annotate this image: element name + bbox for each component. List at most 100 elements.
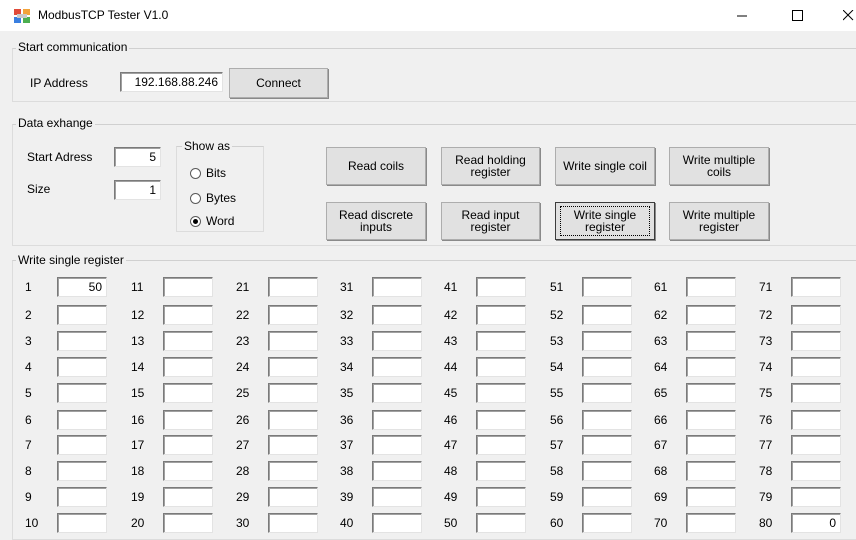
- register-29-input[interactable]: [268, 487, 318, 507]
- register-16-input[interactable]: [163, 410, 213, 430]
- write-single-coil-button[interactable]: Write single coil: [555, 147, 655, 185]
- register-69-input[interactable]: [686, 487, 736, 507]
- register-70-input[interactable]: [686, 513, 736, 533]
- register-73-input[interactable]: [791, 331, 841, 351]
- radio-bits-circle[interactable]: [190, 167, 201, 179]
- write-single-register-button[interactable]: Write single register: [555, 202, 655, 240]
- register-49-input[interactable]: [476, 487, 526, 507]
- register-46-input[interactable]: [476, 410, 526, 430]
- register-71-input[interactable]: [791, 277, 841, 297]
- register-5-input[interactable]: [57, 383, 107, 403]
- register-68-input[interactable]: [686, 461, 736, 481]
- register-32-input[interactable]: [372, 305, 422, 325]
- register-3-input[interactable]: [57, 331, 107, 351]
- register-34-input[interactable]: [372, 357, 422, 377]
- register-33-input[interactable]: [372, 331, 422, 351]
- register-64-input[interactable]: [686, 357, 736, 377]
- register-55-input[interactable]: [582, 383, 632, 403]
- register-63-input[interactable]: [686, 331, 736, 351]
- minimize-button[interactable]: [719, 0, 765, 31]
- register-14-input[interactable]: [163, 357, 213, 377]
- connect-button[interactable]: Connect: [229, 68, 328, 98]
- register-41-input[interactable]: [476, 277, 526, 297]
- register-43-input[interactable]: [476, 331, 526, 351]
- register-59-input[interactable]: [582, 487, 632, 507]
- maximize-button[interactable]: [774, 0, 820, 31]
- register-2-input[interactable]: [57, 305, 107, 325]
- ip-address-input[interactable]: 192.168.88.246: [120, 72, 223, 92]
- radio-bytes[interactable]: Bytes: [190, 191, 236, 205]
- close-button[interactable]: [825, 0, 856, 31]
- register-24-input[interactable]: [268, 357, 318, 377]
- register-42-input[interactable]: [476, 305, 526, 325]
- register-76-input[interactable]: [791, 410, 841, 430]
- register-9-input[interactable]: [57, 487, 107, 507]
- register-50-input[interactable]: [476, 513, 526, 533]
- radio-bits[interactable]: Bits: [190, 166, 226, 180]
- register-58-input[interactable]: [582, 461, 632, 481]
- register-52-input[interactable]: [582, 305, 632, 325]
- register-37-input[interactable]: [372, 435, 422, 455]
- register-53-input[interactable]: [582, 331, 632, 351]
- register-20-input[interactable]: [163, 513, 213, 533]
- register-65-input[interactable]: [686, 383, 736, 403]
- register-38-input[interactable]: [372, 461, 422, 481]
- register-1-input[interactable]: 50: [57, 277, 107, 297]
- register-30-input[interactable]: [268, 513, 318, 533]
- register-35-input[interactable]: [372, 383, 422, 403]
- register-27-input[interactable]: [268, 435, 318, 455]
- register-12-input[interactable]: [163, 305, 213, 325]
- register-57-input[interactable]: [582, 435, 632, 455]
- register-66-input[interactable]: [686, 410, 736, 430]
- radio-word-circle[interactable]: [190, 215, 201, 227]
- register-31-input[interactable]: [372, 277, 422, 297]
- register-40-input[interactable]: [372, 513, 422, 533]
- register-56-input[interactable]: [582, 410, 632, 430]
- write-multiple-coils-button[interactable]: Write multiple coils: [669, 147, 769, 185]
- register-28-input[interactable]: [268, 461, 318, 481]
- register-7-input[interactable]: [57, 435, 107, 455]
- register-77-input[interactable]: [791, 435, 841, 455]
- register-13-input[interactable]: [163, 331, 213, 351]
- register-79-input[interactable]: [791, 487, 841, 507]
- register-23-input[interactable]: [268, 331, 318, 351]
- title-bar[interactable]: ModbusTCP Tester V1.0: [0, 0, 856, 31]
- register-26-input[interactable]: [268, 410, 318, 430]
- start-address-input[interactable]: 5: [114, 147, 161, 167]
- register-11-input[interactable]: [163, 277, 213, 297]
- read-holding-register-button[interactable]: Read holding register: [441, 147, 540, 185]
- register-18-input[interactable]: [163, 461, 213, 481]
- register-15-input[interactable]: [163, 383, 213, 403]
- register-25-input[interactable]: [268, 383, 318, 403]
- register-47-input[interactable]: [476, 435, 526, 455]
- register-75-input[interactable]: [791, 383, 841, 403]
- register-22-input[interactable]: [268, 305, 318, 325]
- register-19-input[interactable]: [163, 487, 213, 507]
- register-62-input[interactable]: [686, 305, 736, 325]
- register-21-input[interactable]: [268, 277, 318, 297]
- register-61-input[interactable]: [686, 277, 736, 297]
- register-78-input[interactable]: [791, 461, 841, 481]
- register-45-input[interactable]: [476, 383, 526, 403]
- register-17-input[interactable]: [163, 435, 213, 455]
- read-coils-button[interactable]: Read coils: [326, 147, 426, 185]
- register-80-input[interactable]: 0: [791, 513, 841, 533]
- register-54-input[interactable]: [582, 357, 632, 377]
- read-input-register-button[interactable]: Read input register: [441, 202, 540, 240]
- write-multiple-register-button[interactable]: Write multiple register: [669, 202, 769, 240]
- register-6-input[interactable]: [57, 410, 107, 430]
- register-67-input[interactable]: [686, 435, 736, 455]
- register-44-input[interactable]: [476, 357, 526, 377]
- register-39-input[interactable]: [372, 487, 422, 507]
- register-8-input[interactable]: [57, 461, 107, 481]
- size-input[interactable]: 1: [114, 180, 161, 200]
- register-10-input[interactable]: [57, 513, 107, 533]
- register-60-input[interactable]: [582, 513, 632, 533]
- radio-bytes-circle[interactable]: [190, 192, 201, 204]
- register-4-input[interactable]: [57, 357, 107, 377]
- radio-word[interactable]: Word: [190, 214, 234, 228]
- read-discrete-inputs-button[interactable]: Read discrete inputs: [326, 202, 426, 240]
- register-48-input[interactable]: [476, 461, 526, 481]
- register-74-input[interactable]: [791, 357, 841, 377]
- register-36-input[interactable]: [372, 410, 422, 430]
